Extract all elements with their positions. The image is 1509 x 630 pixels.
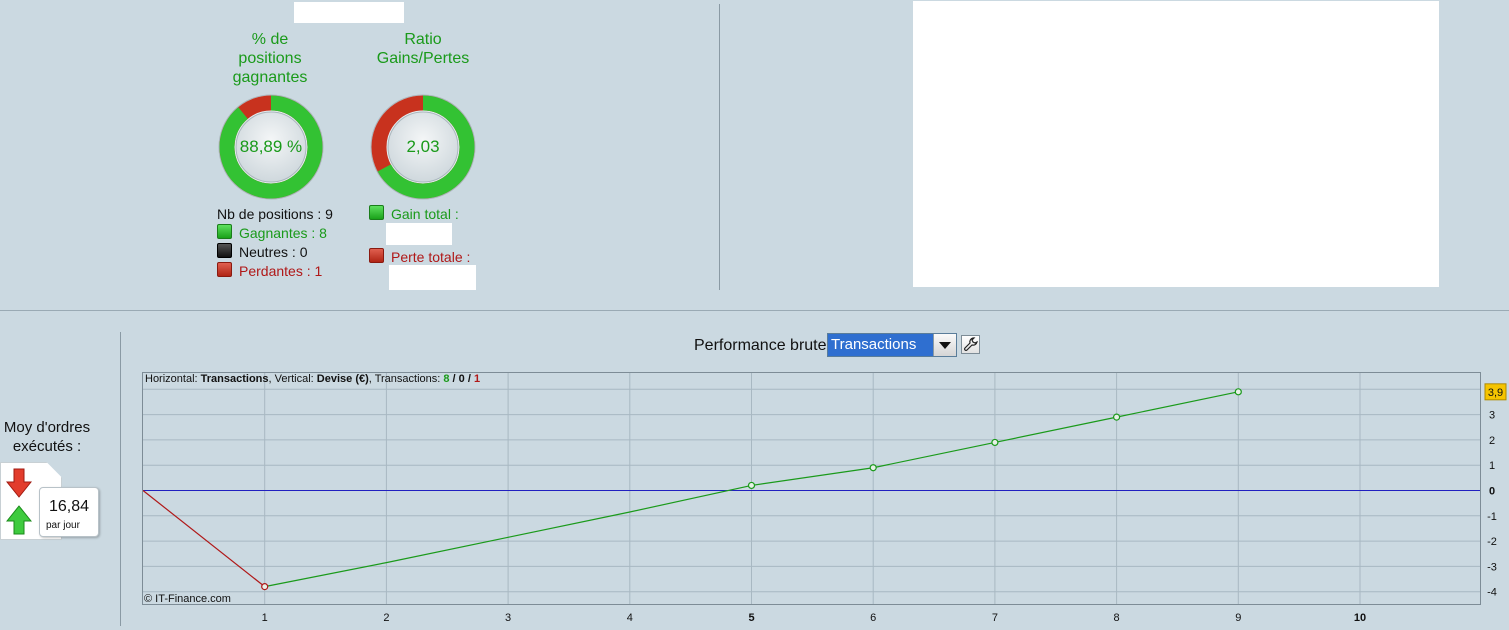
y-tick-label: -3 [1487, 561, 1497, 573]
x-tick-label: 7 [992, 612, 998, 624]
chart-header-losses: 1 [473, 373, 481, 385]
x-tick-label: 6 [870, 612, 876, 624]
chart-frame [142, 372, 1481, 605]
x-tick-label: 4 [627, 612, 633, 624]
chart-header: Horizontal: Transactions, Vertical: Devi… [145, 373, 480, 386]
chart-header-h-prefix: Horizontal: [145, 373, 201, 385]
x-tick-label: 2 [383, 612, 389, 624]
x-tick-label: 5 [748, 612, 754, 624]
chart-header-v-prefix: , Vertical: [268, 373, 317, 385]
y-tick-label: -1 [1487, 511, 1497, 523]
chart-header-t-prefix: , Transactions: [368, 373, 444, 385]
chart-header-h-value: Transactions [200, 373, 269, 385]
x-tick-label: 8 [1114, 612, 1120, 624]
y-tick-label: -4 [1487, 587, 1497, 599]
chart-header-sep1: / [449, 373, 459, 385]
last-value-label: 3,9 [1488, 387, 1503, 399]
copyright: © IT-Finance.com [144, 593, 231, 605]
x-tick-label: 10 [1354, 612, 1366, 624]
chart-header-v-value: Devise (€) [316, 373, 369, 385]
chart-header-sep2: / [464, 373, 474, 385]
x-tick-label: 9 [1235, 612, 1241, 624]
y-tick-label: 1 [1489, 460, 1495, 472]
x-tick-label: 1 [262, 612, 268, 624]
y-tick-label: -2 [1487, 536, 1497, 548]
y-tick-label: 0 [1489, 486, 1495, 498]
x-tick-label: 3 [505, 612, 511, 624]
y-tick-label: 2 [1489, 435, 1495, 447]
y-tick-label: 3 [1489, 410, 1495, 422]
